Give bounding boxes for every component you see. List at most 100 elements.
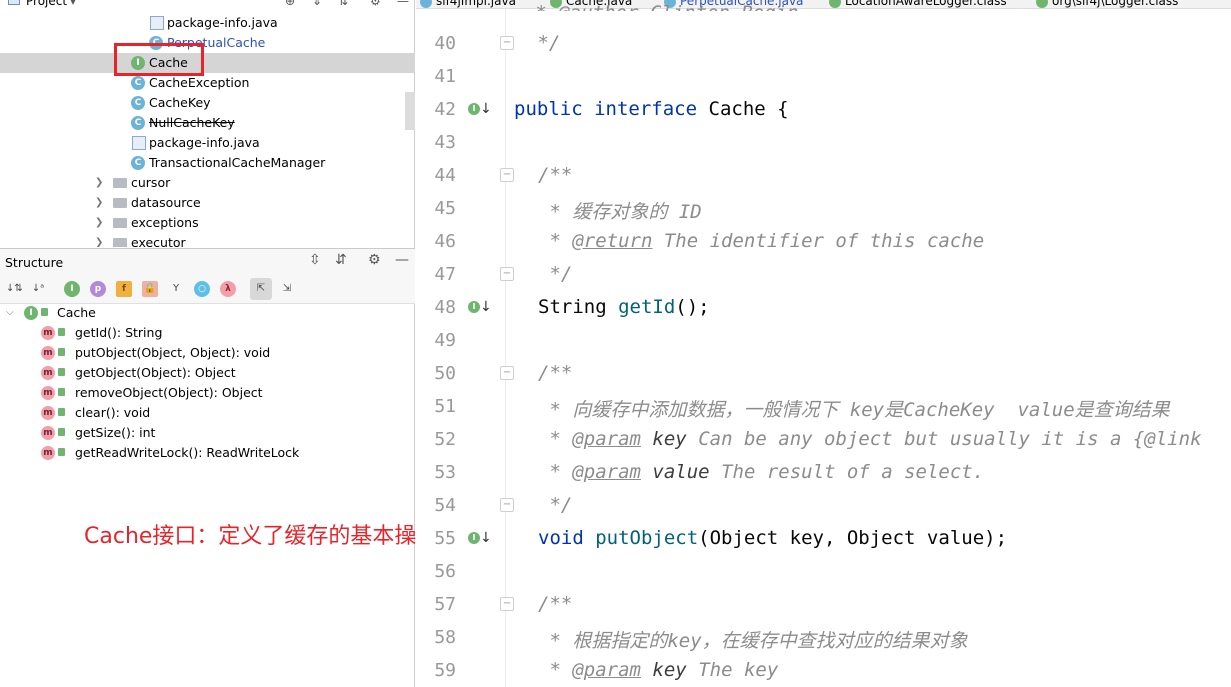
tree-item-label: cursor [131, 175, 171, 190]
tree-item[interactable]: package-info.java [0, 13, 415, 33]
param-name: value [652, 461, 710, 483]
sort-alpha-icon[interactable]: ↓ᵃ [30, 281, 46, 297]
show-anonymous-icon[interactable]: Y [168, 281, 184, 297]
keyword: interface [594, 98, 698, 120]
exception-class-icon: C [131, 76, 145, 90]
interface-icon: I [24, 306, 38, 320]
chevron-down-icon[interactable]: ▾ [70, 0, 76, 8]
fold-icon[interactable]: − [500, 168, 514, 182]
fold-icon[interactable]: − [500, 597, 514, 611]
code-text: (Object key, Object value); [698, 527, 1008, 549]
show-lambdas-icon[interactable]: ○ [194, 281, 210, 297]
sort-visibility-icon[interactable]: ↓⇅ [6, 281, 23, 297]
expand-all-icon[interactable]: ⇳ [309, 252, 321, 268]
structure-method[interactable]: m removeObject(Object): Object [0, 383, 415, 403]
method-icon: m [41, 366, 55, 380]
comment-text: * 根据指定的key，在缓存中查找对应的结果对象 [538, 630, 968, 652]
structure-toolbar: ↓⇅ ↓ᵃ I p f 🔒 Y ○ λ ⇱ ⇲ [0, 274, 415, 304]
tree-item[interactable]: ❯ executor [0, 233, 415, 247]
tree-item-selected[interactable]: I Cache [0, 53, 415, 73]
line-number: 45 [434, 198, 456, 219]
structure-method[interactable]: m clear(): void [0, 403, 415, 423]
structure-method[interactable]: m getObject(Object): Object [0, 363, 415, 383]
structure-method[interactable]: m getId(): String [0, 323, 415, 343]
method-icon: m [41, 406, 55, 420]
line-number: 44 [434, 165, 456, 186]
comment-text: */ [538, 263, 573, 285]
autoscroll-to-source-icon[interactable]: ⇱ [250, 278, 272, 300]
tab-label: LocationAwareLogger.class [845, 0, 1007, 8]
show-fields-icon[interactable]: f [116, 281, 132, 297]
lambda-icon[interactable]: λ [220, 281, 236, 297]
gear-icon[interactable]: ⚙ [368, 252, 381, 268]
code-line: * 缓存对象的 ID [538, 197, 701, 224]
method-name[interactable]: getId [618, 296, 675, 318]
tree-item[interactable]: C NullCacheKey [0, 113, 415, 133]
code-text: Cache { [708, 98, 789, 120]
collapse-all-icon[interactable]: ⇕ [312, 0, 322, 8]
tree-item-label: TransactionalCacheManager [149, 155, 326, 170]
folder-icon [113, 178, 127, 188]
chevron-right-icon[interactable]: ❯ [95, 233, 103, 247]
line-number: 57 [434, 594, 456, 615]
tree-item[interactable]: package-info.java [0, 133, 415, 153]
line-number: 56 [434, 561, 456, 582]
editor-tab[interactable]: LocationAwareLogger.class [829, 0, 1007, 8]
minimize-icon[interactable]: — [397, 0, 409, 8]
locate-icon[interactable]: ⊕ [285, 0, 295, 8]
comment-text: Can be any object but usually it is a {@… [686, 428, 1202, 450]
chevron-right-icon[interactable]: ❯ [95, 213, 103, 233]
code-editor[interactable]: 40 41 42 43 44 45 46 47 48 49 50 51 52 5… [416, 0, 1231, 687]
fold-icon[interactable]: − [500, 366, 514, 380]
tree-item[interactable]: ❯ exceptions [0, 213, 415, 233]
scrollbar-thumb[interactable] [405, 92, 415, 130]
expand-all-icon[interactable]: ⇅ [338, 0, 348, 8]
code-line: * @param value The result of a select. [538, 461, 985, 483]
minimize-icon[interactable]: — [395, 252, 409, 268]
chevron-right-icon[interactable]: ❯ [95, 173, 103, 193]
tree-item-label: package-info.java [149, 135, 260, 150]
tree-item[interactable]: C CacheKey [0, 93, 415, 113]
fold-icon[interactable]: − [500, 498, 514, 512]
tab-label: org\slf4j\Logger.class [1052, 0, 1179, 8]
line-number: 58 [434, 627, 456, 648]
method-icon: m [41, 426, 55, 440]
code-line: * @param key Can be any object but usual… [538, 428, 1202, 450]
line-number: 40 [434, 33, 456, 54]
tree-item[interactable]: C TransactionalCacheManager [0, 153, 415, 173]
implemented-marker-icon[interactable]: I ↓ [468, 530, 492, 548]
fold-icon[interactable]: − [500, 267, 514, 281]
class-icon: C [131, 96, 145, 110]
code-line: * @return The identifier of this cache [538, 230, 985, 252]
editor-tab[interactable]: slf4jImpl.java [420, 0, 516, 8]
show-non-public-icon[interactable]: 🔒 [142, 281, 158, 297]
autoscroll-from-source-icon[interactable]: ⇲ [279, 281, 295, 297]
gear-icon[interactable]: ⚙ [370, 0, 381, 8]
editor-tab[interactable]: org\slf4j\Logger.class [1036, 0, 1178, 8]
structure-method[interactable]: m putObject(Object, Object): void [0, 343, 415, 363]
java-file-icon [132, 136, 146, 150]
folder-icon [113, 198, 127, 208]
implemented-marker-icon[interactable]: I ↓ [468, 299, 492, 317]
tree-item[interactable]: C PerpetualCache [0, 33, 415, 53]
public-icon [58, 428, 65, 436]
project-panel-title[interactable]: Project [26, 0, 67, 8]
code-line: String getId(); [538, 296, 710, 318]
show-properties-icon[interactable]: p [90, 281, 106, 297]
tree-item[interactable]: ❯ datasource [0, 193, 415, 213]
tree-item[interactable]: C CacheException [0, 73, 415, 93]
tree-item[interactable]: ❯ cursor [0, 173, 415, 193]
implemented-marker-icon[interactable]: I ↓ [468, 101, 492, 119]
chevron-right-icon[interactable]: ❯ [95, 193, 103, 213]
structure-root[interactable]: ⌵ I Cache [0, 303, 415, 323]
comment-text: * @author Clinton Begin [524, 2, 798, 11]
structure-method[interactable]: m getReadWriteLock(): ReadWriteLock [0, 443, 415, 463]
comment-text: * 向缓存中添加数据，一般情况下 key是CacheKey value是查询结果 [538, 399, 1170, 421]
fold-icon[interactable]: − [500, 36, 514, 50]
method-icon: m [41, 386, 55, 400]
structure-method[interactable]: m getSize(): int [0, 423, 415, 443]
show-inherited-icon[interactable]: I [64, 281, 80, 297]
method-name[interactable]: putObject [595, 527, 698, 549]
collapse-all-icon[interactable]: ⇵ [335, 252, 347, 268]
chevron-down-icon[interactable]: ⌵ [6, 303, 14, 323]
